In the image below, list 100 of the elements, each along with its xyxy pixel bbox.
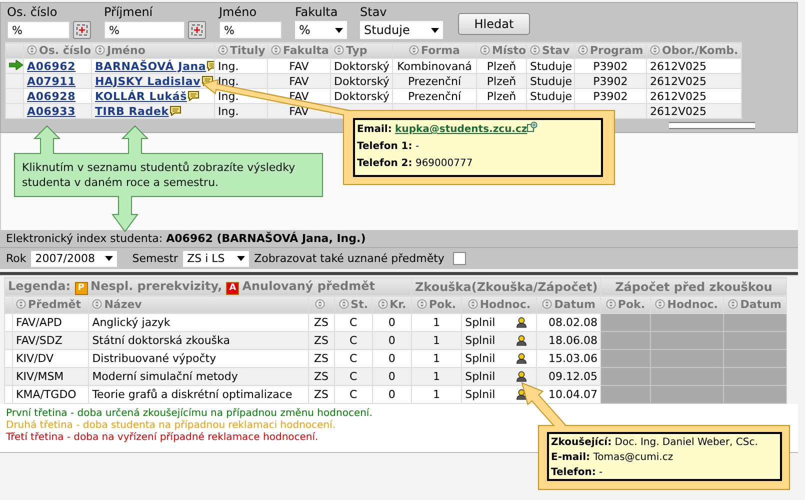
- group-header: Zkouška(Zkouška/Zápočet): [411, 278, 601, 296]
- filter-select[interactable]: %: [295, 21, 347, 39]
- sort-icon[interactable]: [92, 299, 102, 309]
- filter-field[interactable]: %: [7, 21, 70, 39]
- picker-button[interactable]: [73, 21, 91, 39]
- tooltip-label: Email:: [357, 124, 392, 135]
- sort-icon[interactable]: [480, 45, 490, 55]
- person-icon[interactable]: [516, 317, 528, 328]
- person-icon[interactable]: [516, 371, 528, 382]
- person-icon[interactable]: [516, 335, 528, 346]
- table-row[interactable]: FAV/SDZ Státní doktorská zkouška ZS C 0 1 Splnil 18.06.08: [4, 332, 786, 350]
- sort-icon[interactable]: [606, 299, 616, 309]
- sort-icon[interactable]: [578, 45, 588, 55]
- scrollbar-thumb[interactable]: [669, 122, 755, 129]
- column-label: Datum: [740, 298, 782, 311]
- tooltip-value: -: [599, 467, 603, 478]
- sort-icon[interactable]: [468, 299, 478, 309]
- picker-button[interactable]: [188, 21, 206, 39]
- caret-icon: [335, 28, 343, 32]
- table-row[interactable]: KIV/DV Distribuované výpočty ZS C 0 1 Splnil 15.03.06: [4, 350, 786, 368]
- filter-label: Příjmení: [104, 5, 154, 19]
- column-label: Fakulta: [283, 44, 329, 57]
- search-button[interactable]: Hledat: [458, 13, 530, 35]
- filter-field[interactable]: %: [104, 21, 185, 39]
- email-icon[interactable]: [527, 121, 538, 132]
- table-row[interactable]: A06962 BARNAŠOVÁ Jana Ing. FAV Doktorský Kombinovaná Plzeň Studuje P3902 2612V025: [6, 58, 742, 74]
- column-label: Kr.: [390, 298, 406, 311]
- blank-cell: [723, 332, 786, 350]
- legend-note: První třetina - doba určená zkoušejícímu na případnou změnu hodnocení.: [6, 408, 372, 420]
- blank-cell: [600, 368, 650, 386]
- blank-cell: [723, 314, 786, 332]
- tooltip-label: Telefon 1:: [357, 141, 412, 152]
- sort-icon[interactable]: [409, 45, 420, 55]
- grade-text: Splnil: [465, 334, 496, 347]
- caret-icon: [105, 256, 114, 261]
- column-label: Jméno: [107, 44, 146, 57]
- sort-icon[interactable]: [218, 45, 228, 55]
- legend-badge: A: [226, 282, 240, 294]
- column-label: Stav: [542, 44, 570, 57]
- sort-icon[interactable]: [315, 299, 326, 309]
- table-row[interactable]: KIV/MSM Moderní simulační metody ZS C 0 1 Splnil 09.12.05: [4, 368, 786, 386]
- tooltip-value: Tomas@cumi.cz: [593, 452, 674, 463]
- sort-icon[interactable]: [416, 299, 427, 309]
- sort-icon[interactable]: [95, 45, 105, 55]
- sort-icon[interactable]: [650, 45, 660, 55]
- person-icon[interactable]: [516, 353, 528, 364]
- year-select[interactable]: 2007/2008: [31, 250, 118, 266]
- table-row[interactable]: KMA/TGDO Teorie grafů a diskrétní optimalizace ZS C 0 1 Splnil 10.04.07: [4, 386, 786, 404]
- caret-icon: [431, 28, 439, 32]
- sort-icon[interactable]: [378, 299, 388, 309]
- checkbox[interactable]: [453, 252, 466, 265]
- column-header[interactable]: [308, 296, 334, 314]
- column-label: St.: [350, 298, 368, 311]
- semester-select[interactable]: ZS i LS: [183, 250, 250, 266]
- sort-icon[interactable]: [334, 45, 344, 55]
- sort-icon[interactable]: [542, 299, 552, 309]
- filter-select[interactable]: Studuje: [360, 21, 443, 39]
- filter-label: Os. číslo: [7, 5, 58, 19]
- sort-icon[interactable]: [271, 45, 281, 55]
- email-link[interactable]: kupka@students.zcu.cz: [395, 124, 528, 135]
- legend-note: Třetí třetina - doba na vyřízení případné reklamace hodnocení.: [6, 432, 318, 444]
- column-label: Os. číslo: [39, 44, 90, 57]
- tooltip-value: -: [415, 141, 420, 152]
- sort-icon[interactable]: [16, 299, 26, 309]
- table-row[interactable]: FAV/APD Anglický jazyk ZS C 0 1 Splnil 08.02.08: [4, 314, 786, 332]
- legend-note: Druhá třetina - doba studenta na případnou reklamaci hodnocení.: [6, 420, 336, 432]
- sort-icon[interactable]: [530, 45, 540, 55]
- tooltip-label: Telefon 2:: [357, 158, 412, 169]
- sort-icon[interactable]: [27, 45, 37, 55]
- column-label: Pok.: [428, 298, 456, 311]
- column-label: Hodnoc.: [480, 298, 531, 311]
- column-label: Předmět: [28, 298, 82, 311]
- tooltip-label: E-mail:: [551, 452, 590, 463]
- blank-cell: [723, 386, 786, 404]
- legend-text: Anulovaný předmět: [242, 278, 376, 292]
- blank-cell: [600, 314, 650, 332]
- sort-icon[interactable]: [655, 299, 666, 309]
- column-label: Pok.: [618, 298, 646, 311]
- column-label: Program: [590, 44, 644, 57]
- grade-text: Splnil: [465, 370, 496, 383]
- legend-text: Nespl. prerekvizity,: [90, 278, 222, 292]
- column-label: Typ: [346, 44, 368, 57]
- tooltip-value: Doc. Ing. Daniel Weber, CSc.: [614, 437, 758, 448]
- blank-cell: [600, 350, 650, 368]
- filter-label: Jméno: [219, 5, 258, 19]
- comment-icon[interactable]: [188, 90, 199, 100]
- comment-icon[interactable]: [170, 106, 181, 116]
- column-label: Datum: [554, 298, 596, 311]
- sort-icon[interactable]: [728, 299, 738, 309]
- legend-label: Legenda:: [8, 278, 71, 292]
- person-icon[interactable]: [516, 389, 528, 400]
- tooltip-label: Zkoušející:: [551, 437, 612, 448]
- column-header: [6, 42, 24, 58]
- column-label: Tituly: [230, 44, 266, 57]
- blank-cell: [600, 386, 650, 404]
- column-label: Místo: [492, 44, 526, 57]
- filter-field[interactable]: %: [219, 21, 282, 39]
- sort-icon[interactable]: [338, 299, 349, 309]
- tooltip-value: 969000777: [415, 158, 473, 169]
- column-label: Název: [104, 298, 142, 311]
